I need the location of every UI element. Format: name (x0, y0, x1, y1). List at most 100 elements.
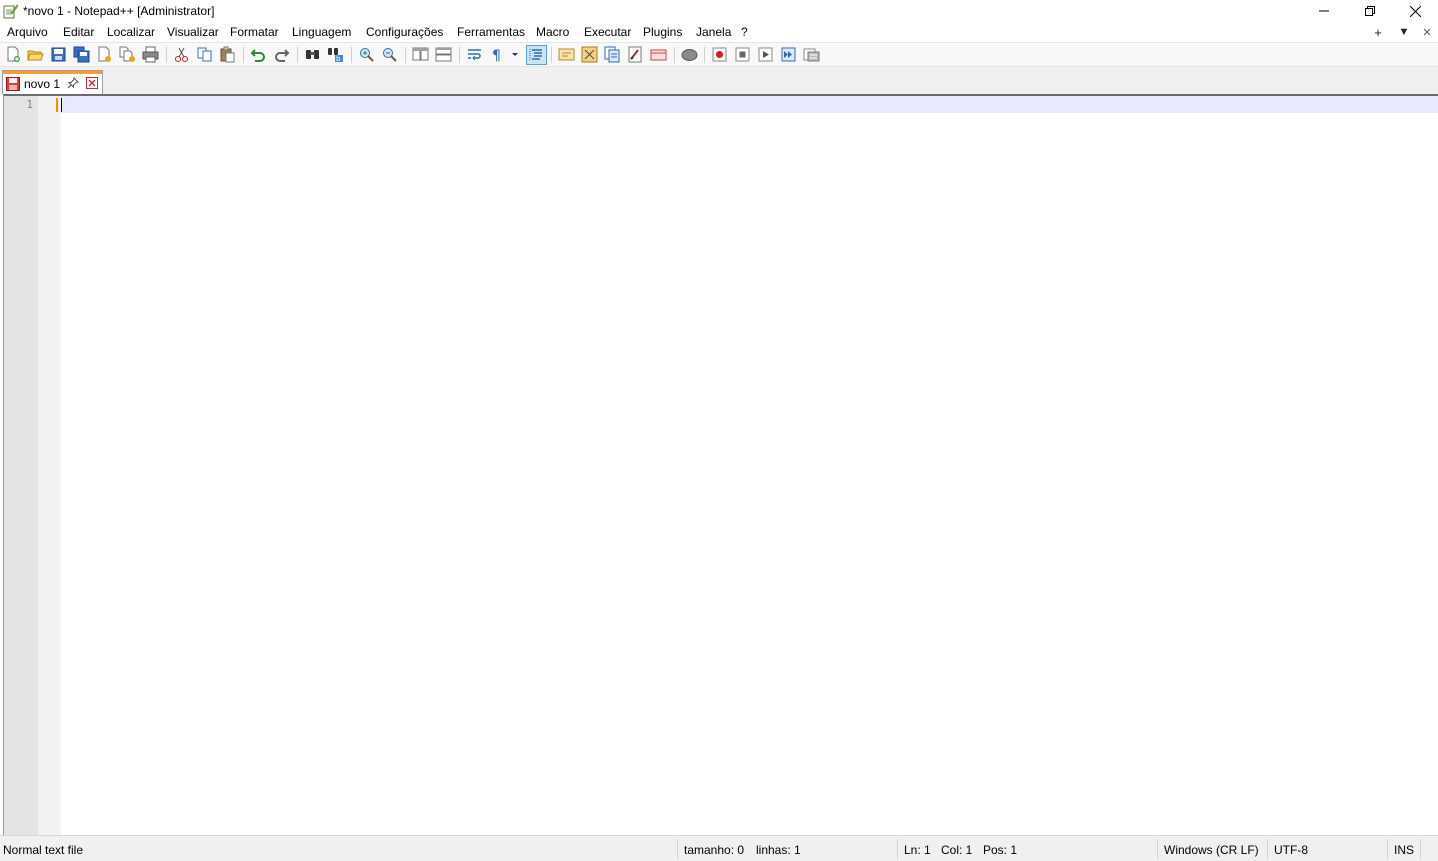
copy-button[interactable] (196, 46, 213, 63)
close-tab-icon[interactable] (86, 77, 98, 89)
status-insert-mode[interactable]: INS (1394, 843, 1414, 857)
tab-list-button[interactable]: ▼ (1395, 23, 1413, 41)
menu-localizar[interactable]: Localizar (107, 25, 155, 39)
menu-executar[interactable]: Executar (584, 25, 631, 39)
word-wrap-button[interactable] (466, 46, 483, 63)
change-history-marker (56, 98, 58, 112)
menu-formatar[interactable]: Formatar (230, 25, 279, 39)
status-bar: Normal text file tamanho: 0 linhas: 1 Ln… (0, 835, 1438, 861)
menu-janela[interactable]: Janela (696, 25, 731, 39)
close-all-button[interactable] (119, 46, 136, 63)
status-encoding[interactable]: UTF-8 (1274, 843, 1308, 857)
undo-icon (250, 49, 265, 62)
spell-check-button[interactable] (681, 46, 698, 63)
menu-configuracoes[interactable]: Configurações (366, 25, 443, 39)
toolbar-separator (405, 47, 406, 63)
notepad-plus-plus-app-icon[interactable] (2, 3, 18, 19)
cut-button[interactable] (173, 46, 190, 63)
sync-vertical-scroll-button[interactable] (412, 46, 429, 63)
word-wrap-icon (468, 49, 481, 61)
save-button[interactable] (50, 46, 67, 63)
redo-button[interactable] (273, 46, 290, 63)
sync-horizontal-scroll-button[interactable] (435, 46, 452, 63)
menu-plugins[interactable]: Plugins (643, 25, 682, 39)
status-col: Col: 1 (941, 843, 973, 857)
show-all-characters-icon: ¶ (492, 48, 501, 63)
record-icon (712, 47, 727, 62)
status-separator (1267, 839, 1268, 859)
sync-vertical-icon (412, 47, 429, 61)
new-file-icon (7, 46, 20, 62)
save-icon (51, 47, 66, 62)
playback-macro-button[interactable] (757, 46, 774, 63)
record-macro-button[interactable] (711, 46, 728, 63)
save-macro-button[interactable] (803, 46, 820, 63)
user-defined-language-icon (558, 48, 575, 61)
fast-forward-icon (781, 47, 796, 62)
copy-icon (197, 47, 212, 62)
minimize-button[interactable] (1301, 0, 1347, 22)
open-file-button[interactable] (27, 46, 44, 63)
toolbar-separator (166, 47, 167, 63)
run-macro-multiple-times-button[interactable] (780, 46, 797, 63)
menu-linguagem[interactable]: Linguagem (292, 25, 351, 39)
current-line-highlight (61, 96, 1438, 113)
editor-area[interactable]: 1 (3, 94, 1438, 835)
close-document-button[interactable]: ✕ (1418, 23, 1436, 41)
save-all-icon (73, 46, 90, 63)
line-number-margin[interactable]: 1 (4, 96, 38, 835)
cut-icon (175, 47, 188, 62)
status-ln: Ln: 1 (904, 843, 931, 857)
show-all-characters-dropdown[interactable] (509, 46, 521, 63)
pin-icon[interactable] (67, 77, 79, 89)
menu-help[interactable]: ? (741, 25, 748, 39)
close-file-button[interactable] (96, 46, 113, 63)
show-all-characters-button[interactable]: ¶ (489, 46, 506, 63)
paste-icon (220, 46, 235, 63)
user-defined-language-button[interactable] (558, 46, 575, 63)
menu-macro[interactable]: Macro (536, 25, 569, 39)
tab-novo-1[interactable]: novo 1 (2, 70, 103, 94)
find-button[interactable] (304, 46, 321, 63)
toolbar: b ¶ (0, 42, 1438, 67)
undo-button[interactable] (250, 46, 267, 63)
indent-guide-icon (529, 49, 542, 61)
status-pos: Pos: 1 (983, 843, 1018, 857)
svg-text:b: b (336, 55, 341, 63)
replace-button[interactable]: b (327, 46, 344, 63)
unsaved-file-icon (6, 77, 20, 91)
document-map-button[interactable] (581, 46, 598, 63)
monitoring-button[interactable] (650, 46, 667, 63)
replace-icon: b (328, 48, 343, 63)
folder-as-workspace-button[interactable] (627, 46, 644, 63)
status-eol[interactable]: Windows (CR LF) (1164, 843, 1259, 857)
menu-visualizar[interactable]: Visualizar (167, 25, 219, 39)
zoom-in-button[interactable] (358, 46, 375, 63)
menu-bar: Arquivo Editar Localizar Visualizar Form… (0, 22, 1438, 42)
menu-ferramentas[interactable]: Ferramentas (457, 25, 525, 39)
svg-text:¶: ¶ (492, 48, 501, 63)
menu-editar[interactable]: Editar (63, 25, 94, 39)
toolbar-separator (704, 47, 705, 63)
status-separator (677, 839, 678, 859)
new-tab-button[interactable]: + (1369, 23, 1387, 41)
restore-button[interactable] (1347, 0, 1393, 22)
sync-horizontal-icon (435, 47, 452, 62)
menu-arquivo[interactable]: Arquivo (7, 25, 48, 39)
document-map-icon (581, 46, 598, 63)
fold-margin[interactable] (38, 96, 61, 835)
paste-button[interactable] (219, 46, 236, 63)
close-all-icon (119, 46, 135, 62)
toolbar-separator (351, 47, 352, 63)
new-file-button[interactable] (5, 46, 22, 63)
status-length: tamanho: 0 (684, 843, 745, 857)
indent-guide-button[interactable] (526, 45, 547, 65)
monitoring-icon (650, 49, 667, 61)
save-all-button[interactable] (73, 46, 90, 63)
stop-recording-button[interactable] (734, 46, 751, 63)
close-window-button[interactable] (1392, 0, 1438, 22)
zoom-out-button[interactable] (381, 46, 398, 63)
toolbar-separator (459, 47, 460, 63)
function-list-button[interactable] (604, 46, 621, 63)
print-button[interactable] (142, 46, 159, 63)
